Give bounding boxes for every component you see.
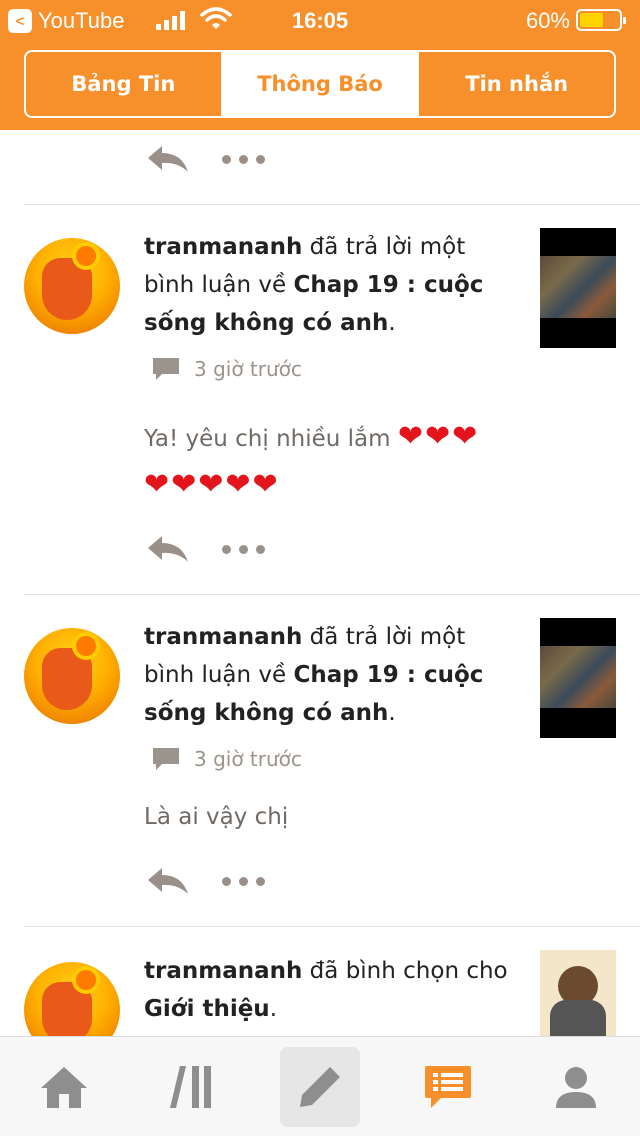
reply-message: Là ai vậy chị	[144, 804, 289, 830]
action-text: đã bình chọn cho	[302, 958, 508, 984]
battery-level	[580, 13, 603, 27]
nav-library[interactable]	[152, 1047, 232, 1127]
status-bar: < YouTube 16:05 60%	[0, 0, 640, 40]
battery-percent: 60%	[525, 8, 570, 33]
story-thumbnail[interactable]	[540, 950, 616, 1036]
target-title[interactable]: Giới thiệu	[144, 996, 270, 1022]
notifications-icon	[425, 1066, 471, 1108]
bottom-nav	[0, 1036, 640, 1136]
username[interactable]: tranmananh	[144, 234, 302, 260]
reply-icon[interactable]	[146, 144, 190, 174]
hearts-emoji: ❤❤❤❤❤	[144, 467, 280, 502]
more-icon[interactable]	[222, 876, 265, 886]
notification-text[interactable]: tranmananh đã trả lời một bình luận về C…	[144, 228, 514, 342]
nav-profile[interactable]	[536, 1047, 616, 1127]
more-icon[interactable]	[222, 544, 265, 554]
action-row	[146, 534, 265, 564]
avatar[interactable]	[24, 238, 120, 334]
divider	[24, 594, 640, 595]
story-thumbnail[interactable]	[540, 228, 616, 348]
avatar[interactable]	[24, 628, 120, 724]
timestamp: 3 giờ trước	[194, 357, 302, 381]
tab-news-feed[interactable]: Bảng Tin	[26, 52, 221, 116]
notification-text[interactable]: tranmananh đã trả lời một bình luận về C…	[144, 618, 514, 732]
divider	[24, 204, 640, 205]
action-row	[146, 144, 265, 174]
tab-notifications[interactable]: Thông Báo	[220, 52, 418, 116]
comment-icon	[153, 358, 179, 380]
timestamp-row: 3 giờ trước	[152, 746, 302, 772]
username[interactable]: tranmananh	[144, 958, 302, 984]
profile-icon	[556, 1067, 596, 1108]
header: < YouTube 16:05 60% Bảng Tin Thông Báo T…	[0, 0, 640, 130]
comment-icon	[153, 748, 179, 770]
nav-home[interactable]	[24, 1047, 104, 1127]
reply-message: Ya! yêu chị nhiều lắm ❤❤❤ ❤❤❤❤❤	[144, 419, 480, 502]
story-thumbnail[interactable]	[540, 618, 616, 738]
tab-bar: Bảng Tin Thông Báo Tin nhắn	[24, 50, 616, 118]
home-icon	[41, 1067, 87, 1108]
notification-text[interactable]: tranmananh đã bình chọn cho Giới thiệu.	[144, 952, 514, 1028]
write-icon	[300, 1067, 340, 1107]
reply-icon[interactable]	[146, 866, 190, 896]
notification-list: tranmananh đã trả lời một bình luận về C…	[0, 130, 640, 1036]
username[interactable]: tranmananh	[144, 624, 302, 650]
hearts-emoji: ❤❤❤	[397, 419, 480, 454]
nav-notifications[interactable]	[408, 1047, 488, 1127]
timestamp-row: 3 giờ trước	[152, 356, 302, 382]
battery-icon	[576, 9, 626, 31]
action-row	[146, 866, 265, 896]
avatar[interactable]	[24, 962, 120, 1036]
timestamp: 3 giờ trước	[194, 747, 302, 771]
more-icon[interactable]	[222, 154, 265, 164]
reply-icon[interactable]	[146, 534, 190, 564]
nav-write[interactable]	[280, 1047, 360, 1127]
library-icon	[170, 1066, 211, 1108]
tab-messages[interactable]: Tin nhắn	[417, 52, 614, 116]
divider	[24, 926, 640, 927]
